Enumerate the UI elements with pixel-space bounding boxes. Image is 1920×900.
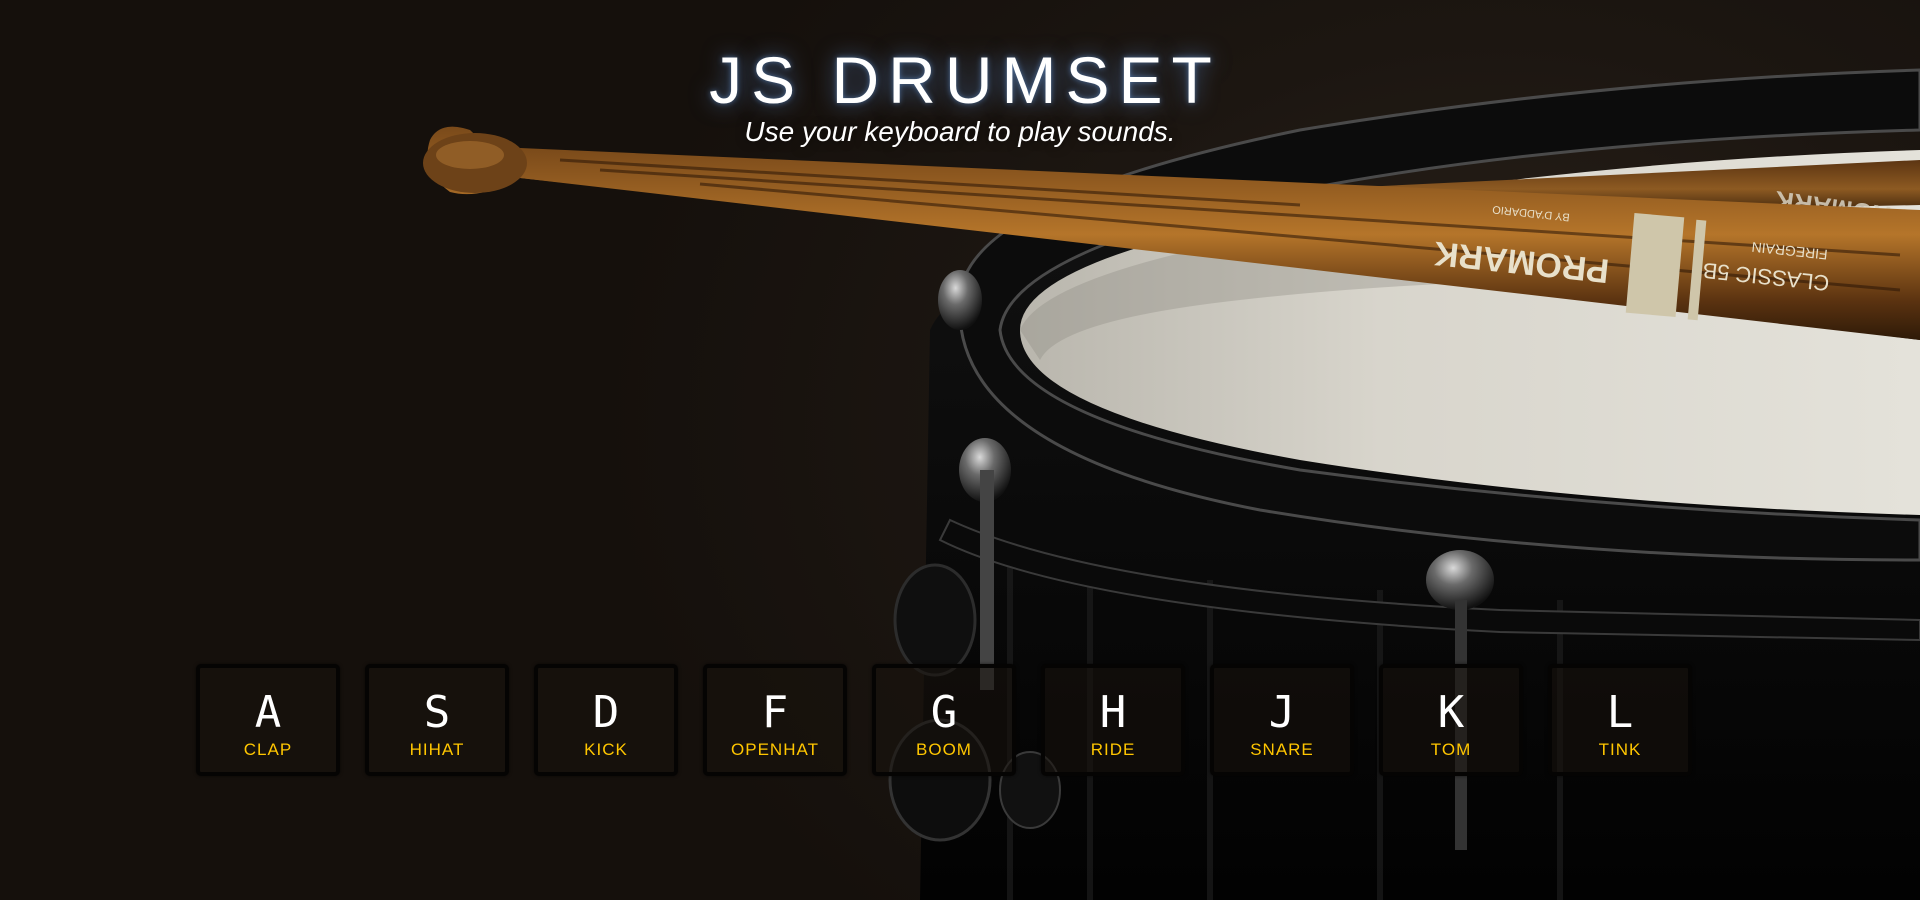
key-letter: G (930, 687, 958, 738)
key-sound-label: TOM (1430, 740, 1472, 759)
key-letter: F (761, 687, 789, 738)
key-sound-label: TINK (1598, 740, 1642, 759)
key-letter: K (1437, 687, 1465, 738)
key-d-kick[interactable]: D KICK (534, 664, 678, 776)
page-subtitle: Use your keyboard to play sounds. (744, 116, 1176, 147)
key-a-clap[interactable]: A CLAP (196, 664, 340, 776)
page-title: JS DRUMSET (709, 43, 1221, 117)
key-s-hihat[interactable]: S HIHAT (365, 664, 509, 776)
page-header: JS DRUMSET Use your keyboard to play sou… (0, 40, 1920, 148)
key-sound-label: SNARE (1250, 740, 1314, 759)
drum-keys: A CLAP S HIHAT D KICK F OPENHAT G BOOM H… (196, 664, 1692, 780)
key-h-ride[interactable]: H RIDE (1041, 664, 1185, 776)
key-letter: J (1268, 687, 1296, 738)
key-k-tom[interactable]: K TOM (1379, 664, 1523, 776)
key-l-tink[interactable]: L TINK (1548, 664, 1692, 776)
key-sound-label: RIDE (1090, 740, 1136, 759)
key-letter: A (254, 687, 282, 738)
key-sound-label: BOOM (916, 740, 972, 759)
key-sound-label: HIHAT (409, 740, 465, 759)
drumkit-stage: PROMARK PROMARK CLASSIC 5B FIREGRAIN BY … (0, 0, 1920, 900)
key-f-openhat[interactable]: F OPENHAT (703, 664, 847, 776)
key-letter: L (1606, 687, 1634, 738)
key-sound-label: KICK (584, 740, 628, 759)
key-sound-label: CLAP (243, 740, 293, 759)
key-letter: D (592, 687, 620, 738)
key-sound-label: OPENHAT (731, 740, 819, 759)
key-letter: H (1099, 687, 1127, 738)
key-g-boom[interactable]: G BOOM (872, 664, 1016, 776)
key-j-snare[interactable]: J SNARE (1210, 664, 1354, 776)
key-letter: S (423, 687, 451, 738)
